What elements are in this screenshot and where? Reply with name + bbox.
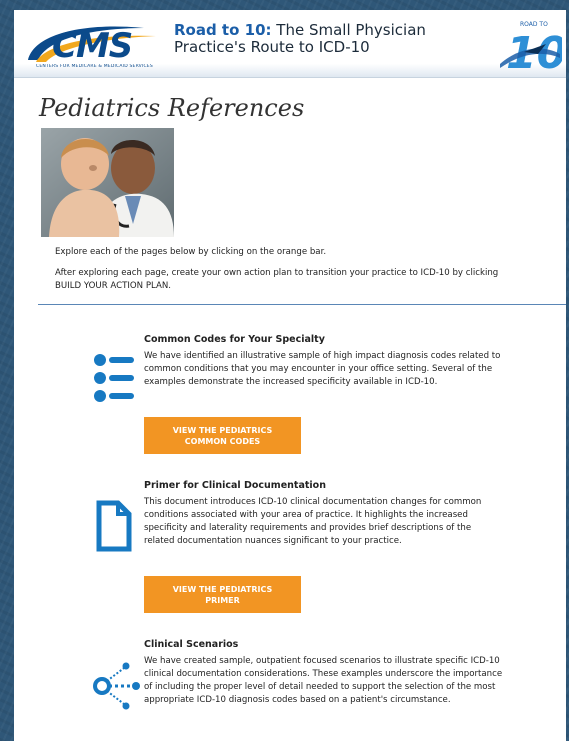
section-common-codes: Common Codes for Your Specialty We have …: [144, 334, 504, 389]
road-to-10-badge: ROAD TO 10: [498, 14, 566, 79]
section-primer-body: This document introduces ICD-10 clinical…: [144, 497, 482, 546]
cms-logo-text: CMS: [52, 26, 133, 66]
cms-logo[interactable]: CMS CENTERS FOR MEDICARE & MEDICAID SERV…: [24, 20, 168, 74]
road-to-10-badge-icon: ROAD TO 10: [500, 21, 566, 79]
photo-image: [41, 128, 174, 237]
doctor-child-photo: [41, 128, 174, 237]
list-icon: [92, 352, 136, 408]
site-title-bold: Road to 10:: [174, 21, 272, 39]
badge-top-text: ROAD TO: [520, 21, 548, 28]
intro-paragraph-2: After exploring each page, create your o…: [55, 268, 499, 291]
page: CMS CENTERS FOR MEDICARE & MEDICAID SERV…: [14, 10, 566, 741]
site-title: Road to 10: The Small Physician Practice…: [174, 22, 474, 56]
section-primer-title: Primer for Clinical Documentation: [144, 480, 326, 491]
network-icon: [90, 660, 140, 714]
document-icon: [96, 500, 132, 556]
view-pediatrics-primer-button[interactable]: VIEW THE PEDIATRICS PRIMER: [144, 576, 301, 613]
button-label-line-1: VIEW THE PEDIATRICS: [172, 425, 273, 435]
section-divider: [38, 304, 566, 305]
header-banner: CMS CENTERS FOR MEDICARE & MEDICAID SERV…: [14, 10, 566, 79]
page-title: Pediatrics References: [39, 94, 305, 122]
section-clinical-scenarios: Clinical Scenarios We have created sampl…: [144, 639, 504, 707]
view-pediatrics-common-codes-button[interactable]: VIEW THE PEDIATRICS COMMON CODES: [144, 417, 301, 454]
intro-paragraph-1: Explore each of the pages below by click…: [55, 247, 327, 257]
section-primer: Primer for Clinical Documentation This d…: [144, 480, 504, 548]
section-common-codes-body: We have identified an illustrative sampl…: [144, 351, 501, 387]
section-common-codes-title: Common Codes for Your Specialty: [144, 334, 325, 345]
cms-logo-subtitle: CENTERS FOR MEDICARE & MEDICAID SERVICES: [36, 64, 153, 69]
section-clinical-scenarios-title: Clinical Scenarios: [144, 639, 239, 650]
button-label-line-1: VIEW THE PEDIATRICS: [172, 584, 273, 594]
button-label-line-2: PRIMER: [205, 595, 240, 605]
intro-text: Explore each of the pages below by click…: [55, 246, 525, 301]
button-label-line-2: COMMON CODES: [184, 436, 261, 446]
section-clinical-scenarios-body: We have created sample, outpatient focus…: [144, 656, 503, 705]
